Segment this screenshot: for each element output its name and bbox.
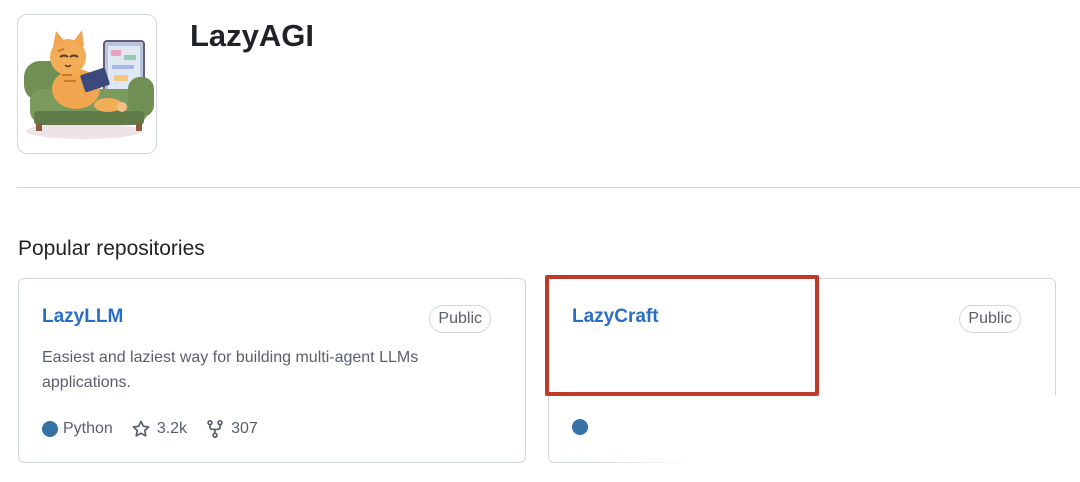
org-avatar[interactable] bbox=[17, 14, 157, 154]
fork-icon bbox=[205, 419, 225, 439]
repo-card-lazyllm: LazyLLM Public Easiest and laziest way f… bbox=[18, 278, 526, 463]
stars-count: 3.2k bbox=[156, 420, 188, 437]
org-name: LazyAGI bbox=[190, 18, 315, 53]
language-info: Python bbox=[42, 420, 113, 438]
repo-meta: Python 3.2k 307 bbox=[42, 419, 276, 439]
stars-link[interactable]: 3.2k bbox=[131, 419, 187, 439]
language-info bbox=[572, 419, 593, 435]
repo-card-lazycraft: LazyCraft Public bbox=[548, 278, 1056, 463]
language-color-dot-icon bbox=[42, 421, 58, 437]
language-color-dot-icon bbox=[572, 419, 588, 435]
repo-link-lazycraft[interactable]: LazyCraft bbox=[572, 306, 659, 328]
star-icon bbox=[131, 419, 151, 439]
forks-link[interactable]: 307 bbox=[205, 419, 258, 439]
cat-on-couch-avatar-icon bbox=[18, 15, 156, 153]
popular-repositories-heading: Popular repositories bbox=[18, 237, 205, 260]
divider bbox=[17, 187, 1080, 188]
repo-link-lazyllm[interactable]: LazyLLM bbox=[42, 306, 123, 328]
forks-count: 307 bbox=[231, 420, 258, 437]
repo-description: Easiest and laziest way for building mul… bbox=[42, 349, 419, 391]
visibility-badge: Public bbox=[429, 305, 491, 333]
language-label: Python bbox=[63, 420, 113, 437]
visibility-badge: Public bbox=[959, 305, 1021, 333]
repo-meta bbox=[572, 419, 611, 435]
